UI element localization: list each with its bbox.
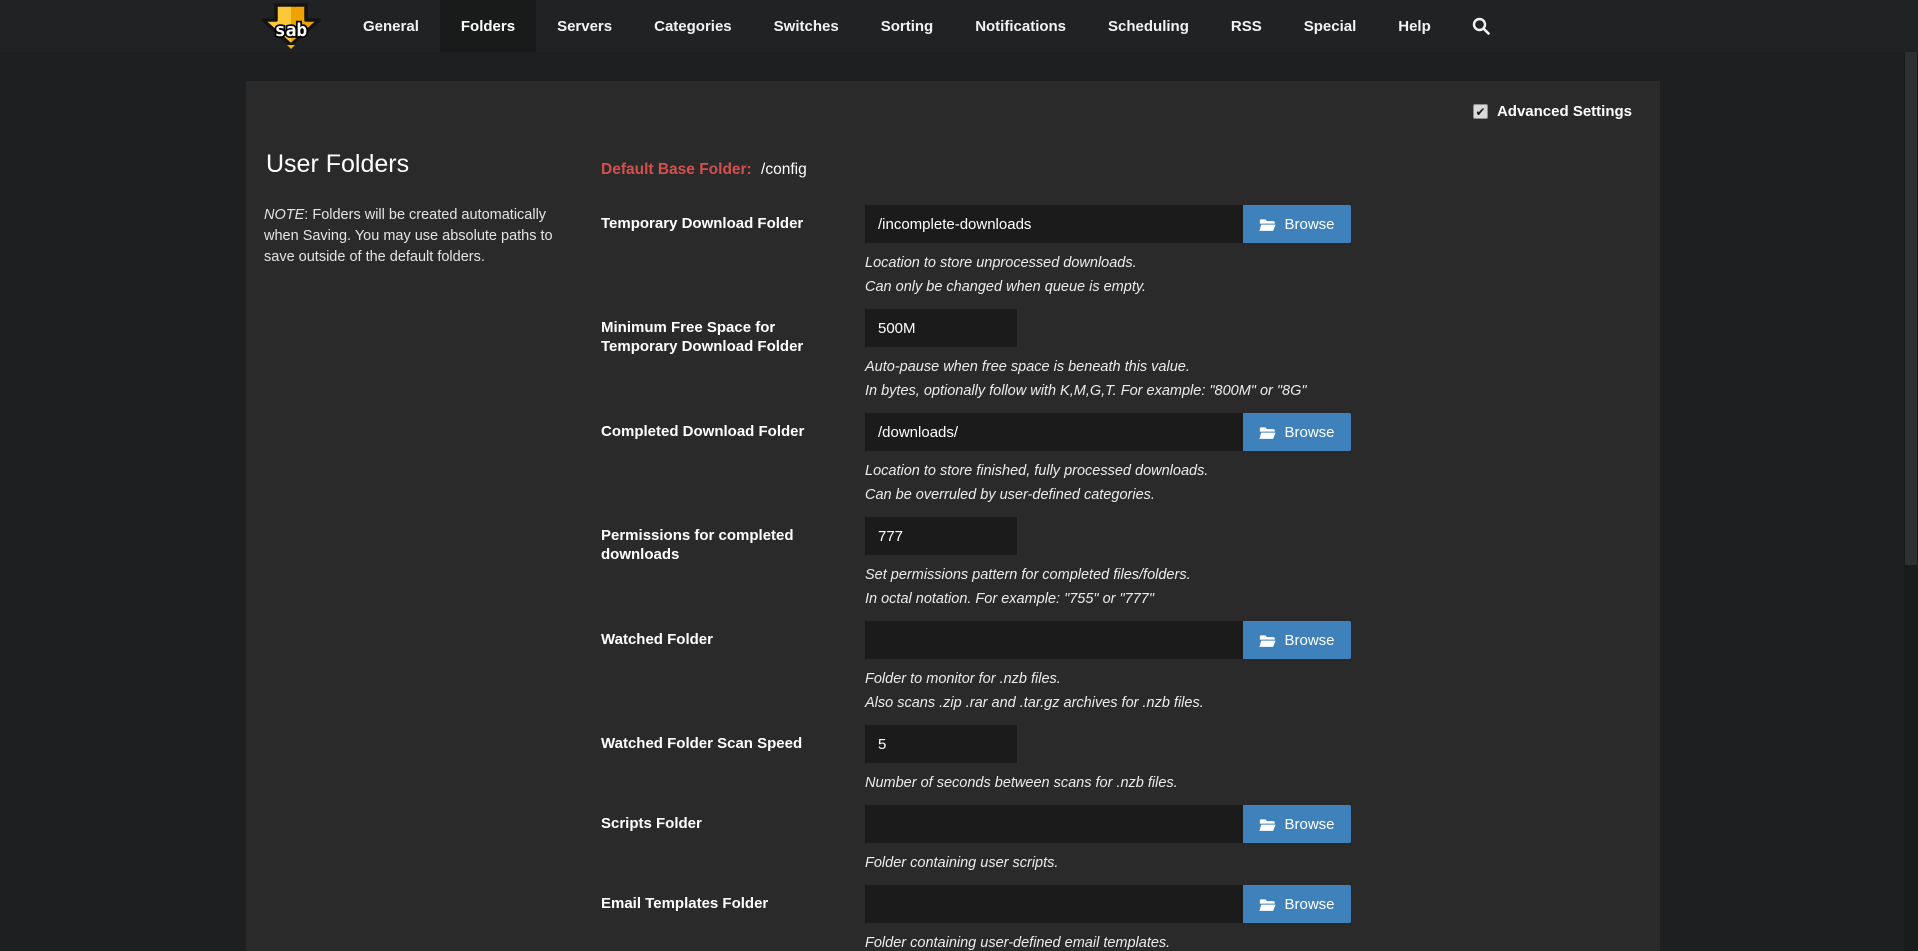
help-text: Set permissions pattern for completed fi… xyxy=(865,563,1381,587)
temporary-download-folder-input[interactable] xyxy=(865,205,1243,243)
settings-panel: ✔ Advanced Settings User Folders NOTE: F… xyxy=(246,81,1660,951)
scripts-folder-input[interactable] xyxy=(865,805,1243,843)
nav-item-notifications[interactable]: Notifications xyxy=(954,0,1087,52)
search-button[interactable] xyxy=(1452,0,1510,52)
help-text: In octal notation. For example: "755" or… xyxy=(865,587,1381,611)
nav-item-servers[interactable]: Servers xyxy=(536,0,633,52)
folder-open-icon xyxy=(1259,897,1276,912)
help-text: Folder containing user-defined email tem… xyxy=(865,931,1381,951)
field-label: Completed Download Folder xyxy=(601,413,865,507)
nav-item-general[interactable]: General xyxy=(342,0,440,52)
watched-folder-input[interactable] xyxy=(865,621,1243,659)
default-base-folder-label: Default Base Folder: xyxy=(601,161,752,178)
section-note: NOTE: Folders will be created automatica… xyxy=(264,205,569,268)
nav-item-categories[interactable]: Categories xyxy=(633,0,753,52)
help-text: Folder containing user scripts. xyxy=(865,851,1381,875)
row-watched-folder-scan-speed: Watched Folder Scan Speed Number of seco… xyxy=(601,725,1381,795)
field-label: Scripts Folder xyxy=(601,805,865,875)
help-text: In bytes, optionally follow with K,M,G,T… xyxy=(865,379,1381,403)
help-text: Folder to monitor for .nzb files. xyxy=(865,667,1381,691)
row-email-templates-folder: Email Templates Folder Browse xyxy=(601,885,1381,951)
field-label: Email Templates Folder xyxy=(601,885,865,951)
browse-button[interactable]: Browse xyxy=(1243,805,1351,843)
default-base-folder: Default Base Folder: /config xyxy=(601,161,1381,179)
row-scripts-folder: Scripts Folder Browse Folder xyxy=(601,805,1381,875)
top-navbar: sab General Folders Servers Categories S… xyxy=(0,0,1918,52)
row-completed-download-folder: Completed Download Folder Browse xyxy=(601,413,1381,507)
help-text: Number of seconds between scans for .nzb… xyxy=(865,771,1381,795)
advanced-settings-toggle[interactable]: ✔ Advanced Settings xyxy=(1473,103,1632,120)
advanced-settings-label: Advanced Settings xyxy=(1497,103,1632,120)
browse-label: Browse xyxy=(1284,816,1334,833)
help-text: Can be overruled by user-defined categor… xyxy=(865,483,1381,507)
field-label: Temporary Download Folder xyxy=(601,205,865,299)
section-intro: User Folders NOTE: Folders will be creat… xyxy=(264,149,569,951)
row-watched-folder: Watched Folder Browse Folder xyxy=(601,621,1381,715)
row-permissions: Permissions for completed downloads Set … xyxy=(601,517,1381,611)
nav-item-special[interactable]: Special xyxy=(1283,0,1378,52)
nav-item-scheduling[interactable]: Scheduling xyxy=(1087,0,1210,52)
permissions-input[interactable] xyxy=(865,517,1017,555)
browse-label: Browse xyxy=(1284,216,1334,233)
nav-menu: General Folders Servers Categories Switc… xyxy=(342,0,1452,52)
browse-button[interactable]: Browse xyxy=(1243,621,1351,659)
vertical-scrollbar[interactable] xyxy=(1904,52,1918,951)
help-text: Auto-pause when free space is beneath th… xyxy=(865,355,1381,379)
advanced-settings-checkbox[interactable]: ✔ xyxy=(1473,104,1488,119)
field-label: Watched Folder Scan Speed xyxy=(601,725,865,795)
field-label: Minimum Free Space for Temporary Downloa… xyxy=(601,309,865,403)
help-text: Location to store finished, fully proces… xyxy=(865,459,1381,483)
browse-label: Browse xyxy=(1284,424,1334,441)
help-text: Can only be changed when queue is empty. xyxy=(865,275,1381,299)
default-base-folder-value: /config xyxy=(761,161,807,178)
watched-folder-scan-speed-input[interactable] xyxy=(865,725,1017,763)
field-label: Permissions for completed downloads xyxy=(601,517,865,611)
help-text: Also scans .zip .rar and .tar.gz archive… xyxy=(865,691,1381,715)
nav-item-folders[interactable]: Folders xyxy=(440,0,536,52)
nav-item-help[interactable]: Help xyxy=(1377,0,1452,52)
row-minimum-free-space: Minimum Free Space for Temporary Downloa… xyxy=(601,309,1381,403)
page-title: User Folders xyxy=(264,149,569,179)
email-templates-folder-input[interactable] xyxy=(865,885,1243,923)
browse-button[interactable]: Browse xyxy=(1243,885,1351,923)
folder-open-icon xyxy=(1259,633,1276,648)
folders-form: Default Base Folder: /config Temporary D… xyxy=(601,149,1381,951)
sab-arrow-icon: sab xyxy=(260,3,322,49)
sab-logo-text: sab xyxy=(275,20,308,41)
scrollbar-thumb[interactable] xyxy=(1905,52,1917,565)
search-icon xyxy=(1472,17,1490,35)
minimum-free-space-input[interactable] xyxy=(865,309,1017,347)
help-text: Location to store unprocessed downloads. xyxy=(865,251,1381,275)
folder-open-icon xyxy=(1259,217,1276,232)
note-prefix: NOTE xyxy=(264,207,304,223)
note-text: : Folders will be created automatically … xyxy=(264,207,553,265)
nav-item-rss[interactable]: RSS xyxy=(1210,0,1283,52)
folder-open-icon xyxy=(1259,817,1276,832)
nav-item-sorting[interactable]: Sorting xyxy=(860,0,955,52)
browse-button[interactable]: Browse xyxy=(1243,413,1351,451)
browse-label: Browse xyxy=(1284,896,1334,913)
nav-item-switches[interactable]: Switches xyxy=(753,0,860,52)
completed-download-folder-input[interactable] xyxy=(865,413,1243,451)
browse-button[interactable]: Browse xyxy=(1243,205,1351,243)
row-temporary-download-folder: Temporary Download Folder Browse xyxy=(601,205,1381,299)
sabnzbd-logo[interactable]: sab xyxy=(256,0,326,52)
field-label: Watched Folder xyxy=(601,621,865,715)
folders-config-content: User Folders NOTE: Folders will be creat… xyxy=(246,81,1660,951)
folder-open-icon xyxy=(1259,425,1276,440)
browse-label: Browse xyxy=(1284,632,1334,649)
